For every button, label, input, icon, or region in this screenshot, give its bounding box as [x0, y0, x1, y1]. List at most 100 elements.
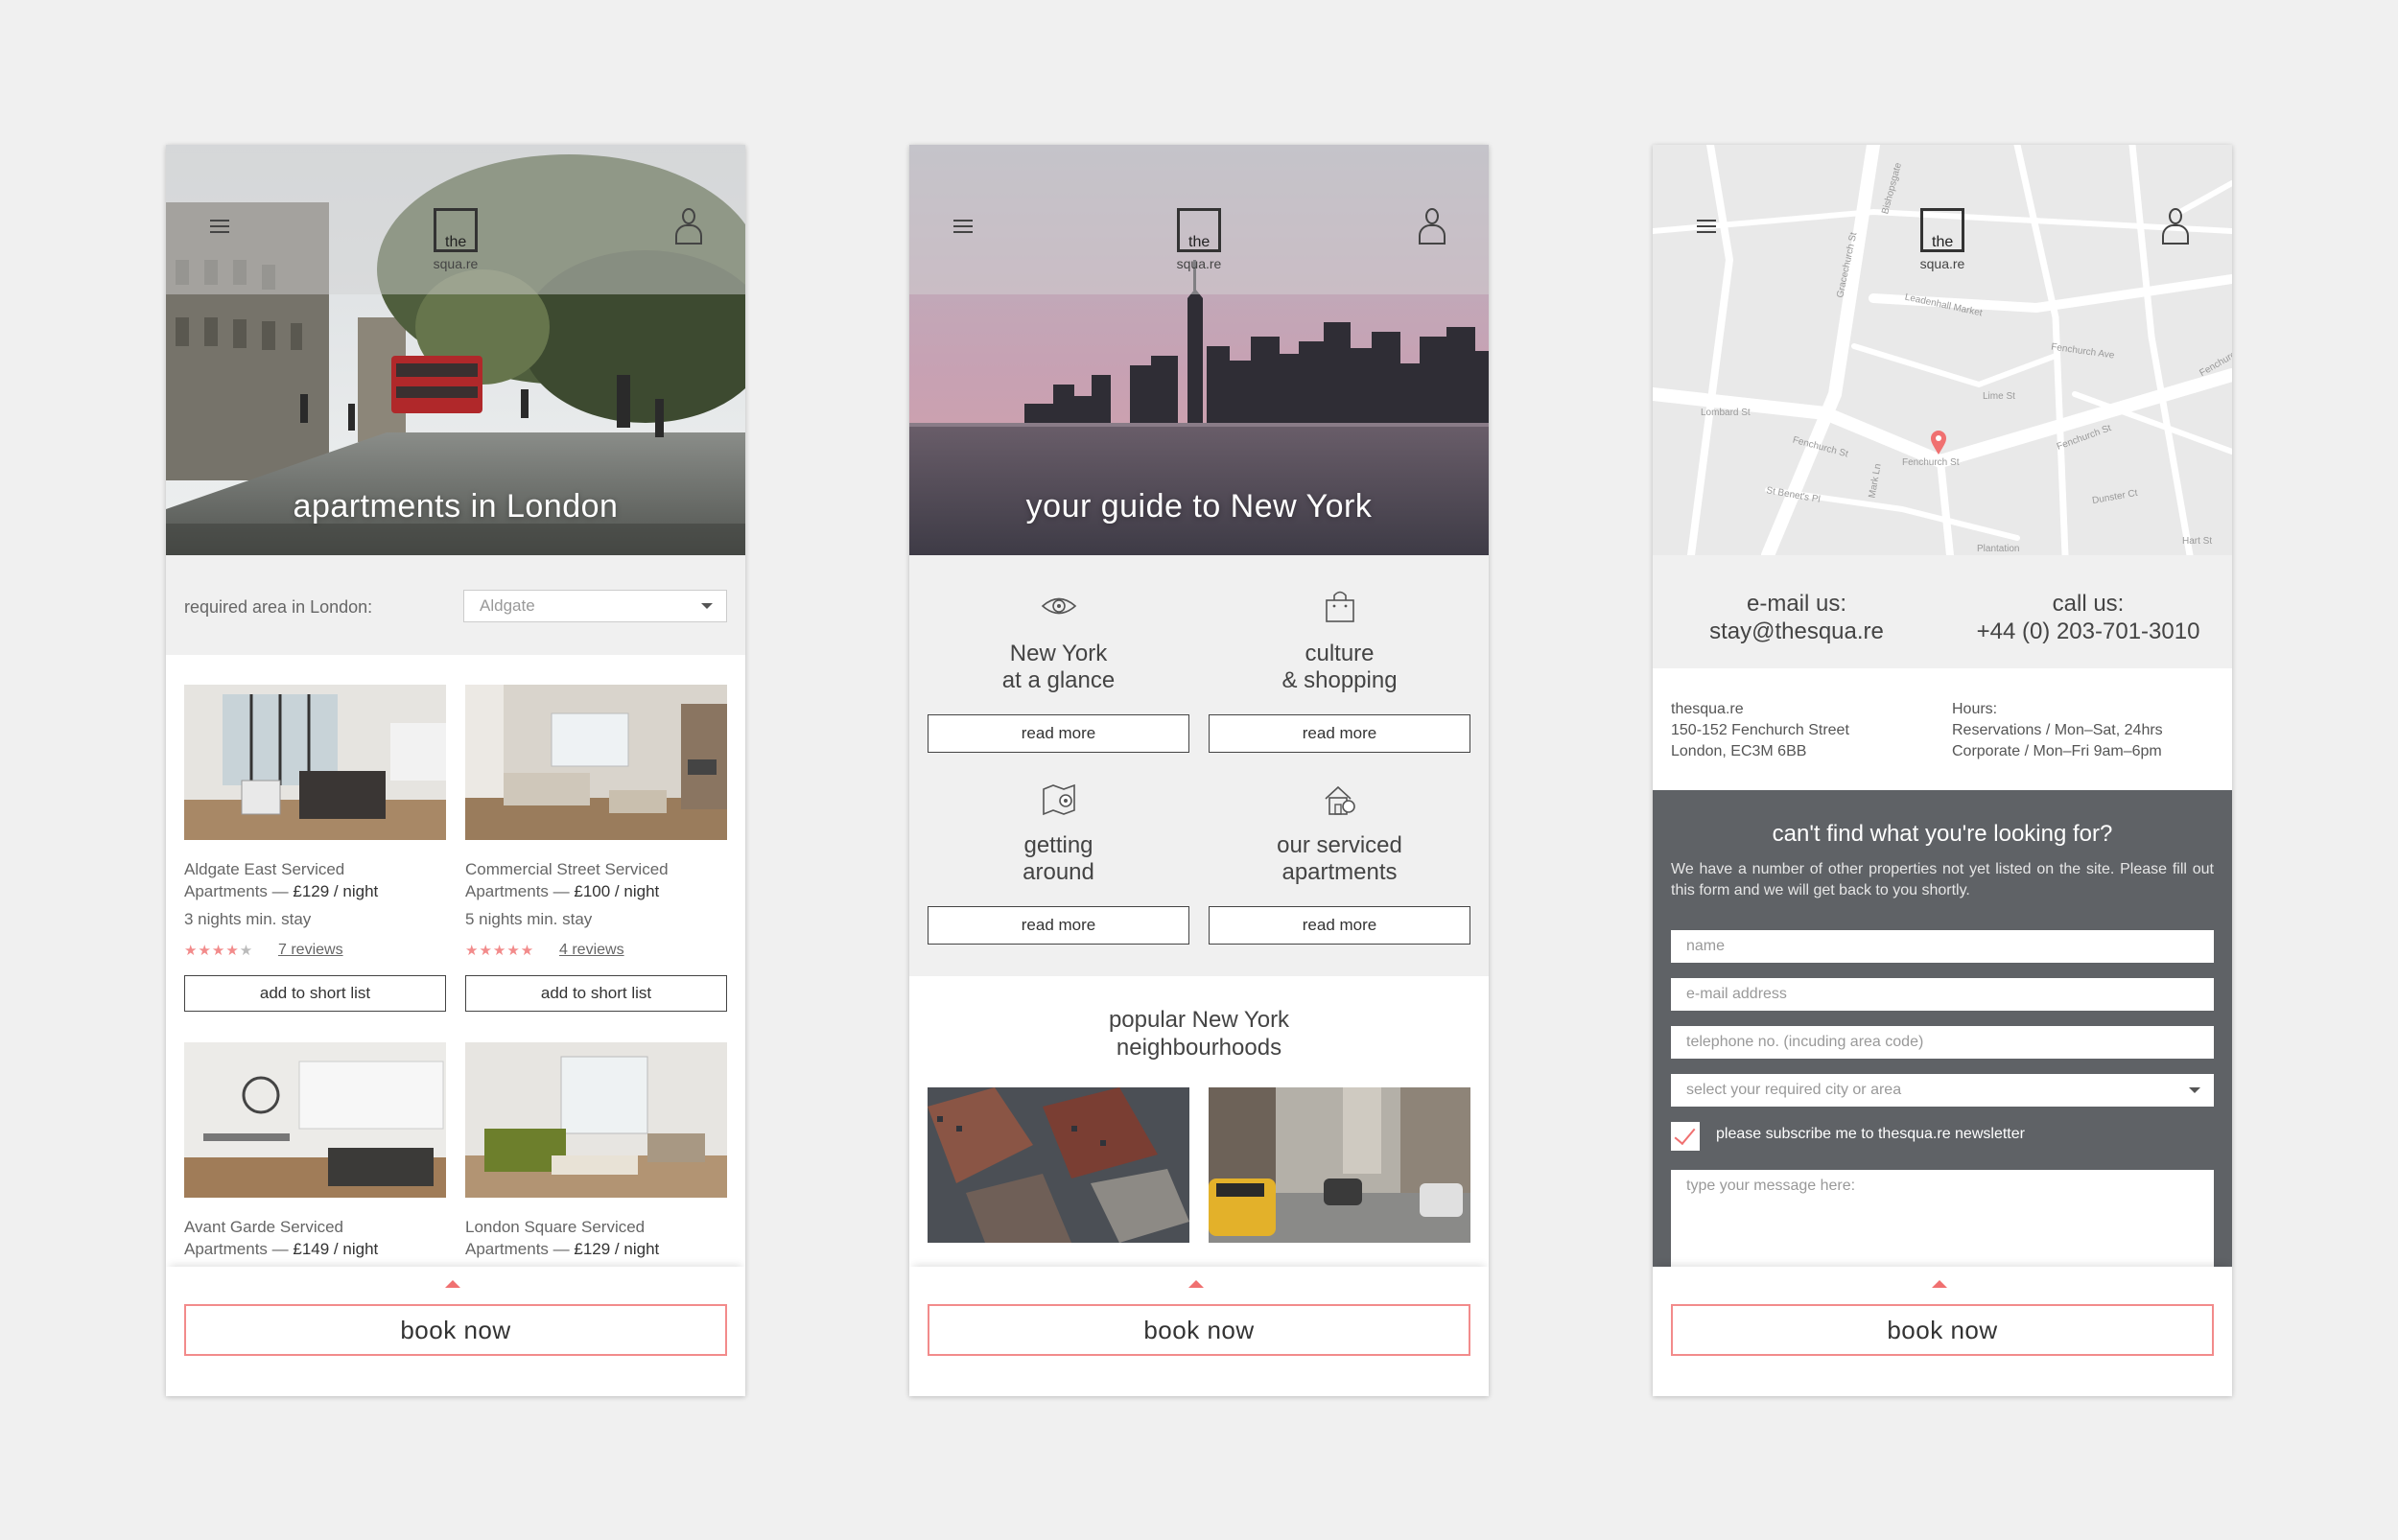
street-map [1653, 145, 2232, 555]
apartment-photo[interactable] [465, 1042, 727, 1198]
user-icon[interactable] [1418, 208, 1446, 246]
map-label: Fenchurch St [1902, 457, 1960, 468]
telephone-input[interactable]: telephone no. (incuding area code) [1671, 1026, 2214, 1059]
map-label: Lime St [1983, 391, 2015, 402]
apartment-photo[interactable] [465, 685, 727, 840]
apartment-title[interactable]: Commercial Street Serviced Apartments — … [465, 858, 727, 902]
chevron-down-icon [701, 603, 713, 609]
form-description: We have a number of other properties not… [1671, 861, 2214, 898]
phone-contact: Bishopsgate Leadenhall Market Gracechurc… [1653, 145, 2232, 1396]
add-to-short-list-button[interactable]: add to short list [184, 975, 446, 1012]
hero-title: your guide to New York [1025, 488, 1373, 525]
phone-new-york: the squa.re your guide to New York New Y… [909, 145, 1489, 1396]
neighbourhood-photo[interactable] [928, 1087, 1189, 1243]
logo-text: squa.re [433, 256, 479, 271]
guide-item-title: our serviced apartments [1277, 832, 1402, 885]
email-link[interactable]: stay@thesqua.re [1709, 618, 1884, 644]
caret-up-icon[interactable] [1188, 1280, 1204, 1288]
phone-link[interactable]: +44 (0) 203-701-3010 [1977, 618, 2200, 644]
shopping-bag-icon [1326, 591, 1354, 622]
area-select-value: Aldgate [480, 596, 535, 615]
apartment-photo[interactable] [184, 685, 446, 840]
map[interactable]: Bishopsgate Leadenhall Market Gracechurc… [1653, 145, 2232, 555]
min-stay: 5 nights min. stay [465, 910, 593, 928]
read-more-button[interactable]: read more [928, 906, 1189, 945]
reviews-link[interactable]: 7 reviews [278, 942, 343, 959]
address: thesqua.re 150-152 Fenchurch Street London… [1671, 701, 1849, 759]
guide-item-title: New York at a glance [1001, 641, 1116, 693]
apartment-card: London Square Serviced Apartments — £129… [465, 1042, 727, 1272]
map-pin-icon [1043, 783, 1075, 816]
menu-icon[interactable] [953, 220, 973, 233]
apartment-photo[interactable] [184, 1042, 446, 1198]
logo[interactable]: the squa.re [431, 208, 481, 277]
neighbourhood-photo[interactable] [1209, 1087, 1470, 1243]
opening-hours: Hours: Reservations / Mon–Sat, 24hrs Corpo… [1952, 701, 2163, 759]
user-icon[interactable] [674, 208, 703, 246]
area-filter: required area in London: Aldgate [166, 555, 745, 655]
book-now-button[interactable]: book now [184, 1304, 727, 1356]
booking-bar: book now [1653, 1267, 2232, 1396]
email-input[interactable]: e-mail address [1671, 978, 2214, 1011]
logo-text: squa.re [1176, 256, 1222, 271]
read-more-button[interactable]: read more [928, 714, 1189, 753]
add-to-short-list-button[interactable]: add to short list [465, 975, 727, 1012]
area-label: required area in London: [184, 597, 373, 617]
map-label: Plantation [1977, 544, 2020, 554]
apartment-card: Avant Garde Serviced Apartments — £149 /… [184, 1042, 446, 1272]
guide-item-title: culture & shopping [1281, 641, 1398, 693]
user-icon[interactable] [2161, 208, 2190, 246]
logo[interactable]: the squa.re [1917, 208, 1967, 277]
booking-bar: book now [909, 1267, 1489, 1396]
logo-text: squa.re [1919, 256, 1965, 271]
enquiry-form: can't find what you're looking for? We h… [1653, 790, 2232, 1275]
apartment-price: £129 / night [574, 1240, 660, 1258]
guide-grid: New York at a glance read more culture & s… [909, 555, 1489, 976]
logo-the: the [1188, 234, 1211, 250]
phone-london: the squa.re apartments in London require… [166, 145, 745, 1396]
city-select[interactable]: select your required city or area [1671, 1074, 2214, 1107]
name-input[interactable]: name [1671, 930, 2214, 963]
rating-stars: ★★★★★ [465, 943, 535, 959]
booking-bar: book now [166, 1267, 745, 1396]
min-stay: 3 nights min. stay [184, 910, 312, 928]
house-icon [1325, 785, 1355, 815]
hero-new-york: the squa.re your guide to New York [909, 145, 1489, 555]
map-label: Lombard St [1701, 408, 1751, 418]
form-title: can't find what you're looking for? [1772, 821, 2113, 847]
logo-the: the [1932, 234, 1954, 250]
newsletter-checkbox[interactable] [1671, 1122, 1700, 1151]
apartment-title[interactable]: London Square Serviced Apartments — £129… [465, 1216, 727, 1260]
book-now-button[interactable]: book now [928, 1304, 1470, 1356]
logo[interactable]: the squa.re [1174, 208, 1224, 277]
hero-title: apartments in London [293, 488, 619, 525]
reviews-link[interactable]: 4 reviews [559, 942, 624, 959]
read-more-button[interactable]: read more [1209, 714, 1470, 753]
caret-up-icon[interactable] [445, 1280, 460, 1288]
apartment-price: £100 / night [574, 882, 660, 900]
apartment-card: Commercial Street Serviced Apartments — … [465, 685, 727, 1015]
eye-icon [1041, 597, 1077, 615]
hero-london: the squa.re apartments in London [166, 145, 745, 555]
message-textarea[interactable]: type your message here: [1671, 1170, 2214, 1275]
map-pin-icon[interactable] [1929, 429, 1948, 455]
contact-bar: e-mail us: stay@thesqua.re call us: +44 (0… [1653, 555, 2232, 668]
area-select[interactable]: Aldgate [463, 590, 727, 622]
popular-heading: popular New York neighbourhoods [1108, 1007, 1290, 1061]
rating-stars: ★★★★★ [184, 943, 254, 959]
book-now-button[interactable]: book now [1671, 1304, 2214, 1356]
menu-icon[interactable] [210, 220, 229, 233]
apartment-title[interactable]: Avant Garde Serviced Apartments — £149 /… [184, 1216, 446, 1260]
chevron-down-icon [2189, 1087, 2200, 1093]
email-block[interactable]: e-mail us: stay@thesqua.re [1653, 590, 1940, 645]
menu-icon[interactable] [1697, 220, 1716, 233]
call-block[interactable]: call us: +44 (0) 203-701-3010 [1944, 590, 2232, 645]
map-label: Hart St [2182, 536, 2213, 547]
caret-up-icon[interactable] [1932, 1280, 1947, 1288]
newsletter-label[interactable]: please subscribe me to thesqua.re newsle… [1716, 1126, 2025, 1143]
apartment-price: £149 / night [293, 1240, 379, 1258]
logo-the: the [445, 234, 467, 250]
apartment-title[interactable]: Aldgate East Serviced Apartments — £129 … [184, 858, 446, 902]
apartment-price: £129 / night [293, 882, 379, 900]
read-more-button[interactable]: read more [1209, 906, 1470, 945]
